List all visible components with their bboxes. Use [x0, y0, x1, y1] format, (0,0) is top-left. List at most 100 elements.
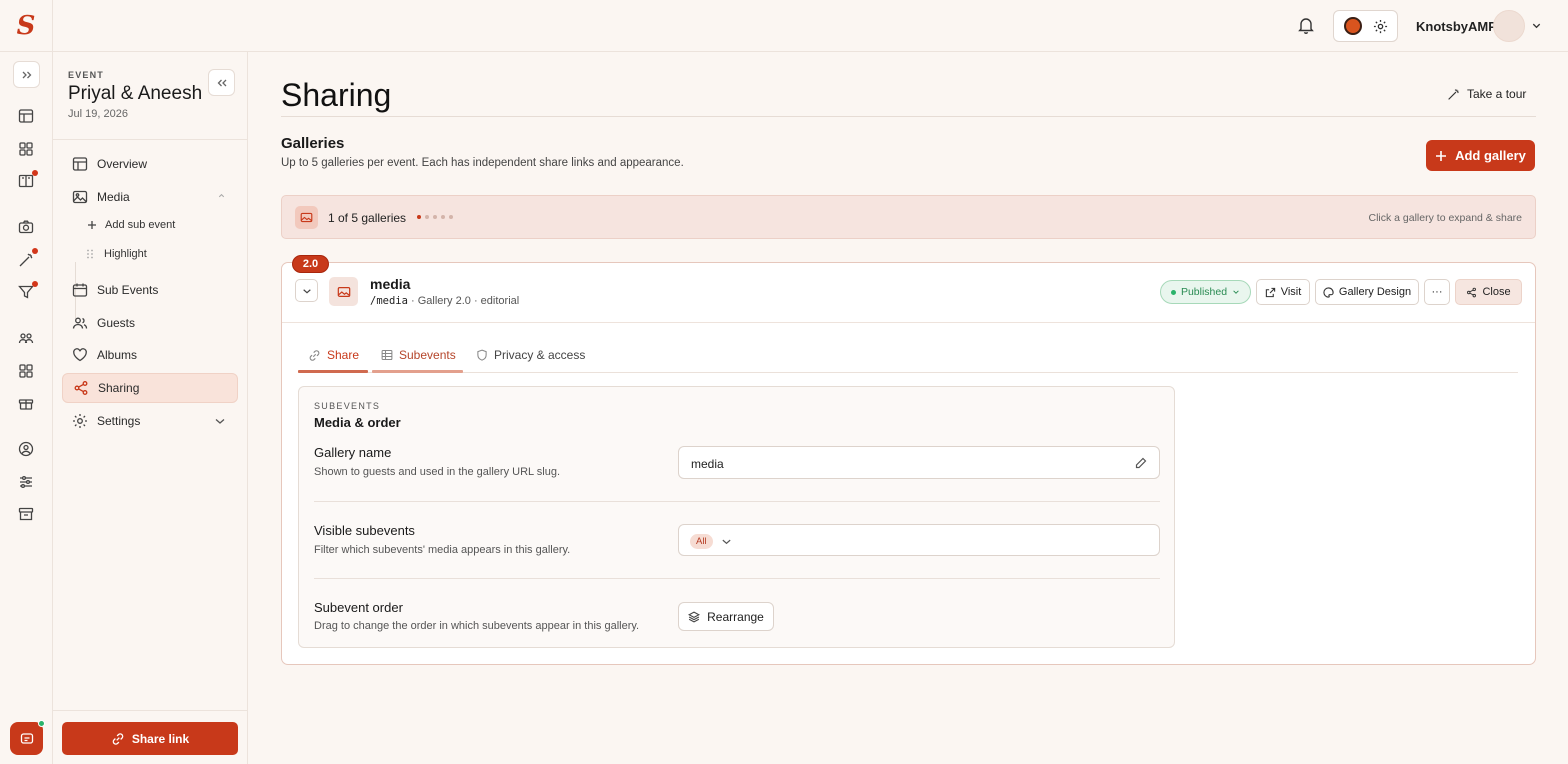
event-title: Priyal & Aneesh — [68, 83, 203, 104]
chevron-up-icon[interactable] — [217, 191, 226, 200]
sidebar-subitem-add-sub-event[interactable]: Add sub event — [87, 219, 175, 231]
logo-letter: S — [16, 11, 36, 41]
event-sidebar: EVENT Priyal & Aneesh Jul 19, 2026 Overv… — [53, 52, 248, 764]
visible-subevents-select[interactable]: All — [678, 524, 1160, 556]
sidebar-item-guests[interactable]: Guests — [62, 308, 238, 338]
rearrange-button[interactable]: Rearrange — [678, 602, 774, 631]
sidebar-subitem-label: Add sub event — [105, 219, 176, 231]
galleries-heading: Galleries — [281, 135, 345, 152]
guests-icon — [72, 315, 88, 331]
share-link-label: Share link — [131, 731, 190, 746]
top-bar: S KnotsbyAMP — [0, 0, 1568, 52]
notification-dot — [32, 248, 38, 254]
apps-icon[interactable] — [18, 363, 34, 379]
magic-wand-icon[interactable] — [18, 252, 34, 268]
add-gallery-button[interactable]: Add gallery — [1426, 140, 1535, 171]
username[interactable]: KnotsbyAMP — [1416, 19, 1497, 34]
notifications-icon[interactable] — [1298, 17, 1314, 34]
sidebar-item-label: Albums — [97, 348, 138, 362]
collapse-gallery-button[interactable] — [295, 279, 318, 302]
pencil-icon[interactable] — [1135, 457, 1147, 469]
sidebar-subitem-label: Highlight — [104, 248, 147, 260]
add-gallery-label: Add gallery — [1455, 148, 1526, 163]
gallery-design-label: Gallery Design — [1338, 286, 1412, 298]
take-a-tour-label: Take a tour — [1467, 87, 1527, 101]
collapse-sidebar-button[interactable] — [208, 69, 235, 96]
plus-icon — [87, 220, 97, 230]
notification-dot — [32, 281, 38, 287]
chevron-down-icon — [1232, 288, 1240, 296]
more-options-button[interactable]: ··· — [1424, 279, 1450, 305]
gallery-icon — [295, 206, 318, 229]
external-link-icon — [1265, 287, 1276, 298]
tab-label: Subevents — [399, 348, 456, 362]
tab-subevents[interactable]: Subevents — [381, 348, 456, 362]
layout-icon — [72, 156, 88, 172]
palette-icon — [1323, 286, 1334, 298]
avatar[interactable] — [1493, 10, 1525, 42]
sidebar-item-label: Media — [97, 190, 130, 204]
divider — [281, 116, 1536, 117]
layout-icon[interactable] — [18, 108, 34, 124]
share-link-button[interactable]: Share link — [62, 722, 238, 755]
theme-color-swatch[interactable] — [1343, 17, 1362, 35]
gear-icon — [72, 413, 88, 429]
gallery-meta-text: · Gallery 2.0 · editorial — [407, 295, 520, 307]
close-label: Close — [1482, 286, 1511, 298]
shield-icon — [476, 349, 488, 361]
chevron-down-icon[interactable] — [1531, 20, 1542, 31]
notification-dot — [32, 170, 38, 176]
drag-handle-icon[interactable] — [87, 249, 93, 259]
gift-icon[interactable] — [18, 395, 34, 411]
gallery-slot-dot — [433, 215, 437, 219]
camera-icon[interactable] — [18, 219, 34, 235]
close-gallery-button[interactable]: Close — [1455, 279, 1522, 305]
gallery-slot-dot — [417, 215, 421, 219]
gear-icon[interactable] — [1373, 19, 1388, 34]
gallery-design-button[interactable]: Gallery Design — [1315, 279, 1419, 305]
icon-rail — [0, 52, 53, 764]
tab-privacy-access[interactable]: Privacy & access — [476, 348, 585, 362]
gallery-meta: /media · Gallery 2.0 · editorial — [370, 295, 519, 307]
grid-icon[interactable] — [18, 141, 34, 157]
gallery-version-badge: 2.0 — [292, 255, 329, 273]
take-a-tour-button[interactable]: Take a tour — [1447, 87, 1526, 101]
user-circle-icon[interactable] — [18, 441, 34, 457]
panel-kicker: SUBEVENTS — [314, 401, 381, 411]
visit-label: Visit — [1280, 286, 1302, 298]
expand-rail-button[interactable] — [13, 61, 40, 88]
chevron-down-icon[interactable] — [214, 415, 226, 427]
sidebar-item-overview[interactable]: Overview — [62, 149, 238, 179]
tab-indicator — [372, 370, 463, 373]
visit-button[interactable]: Visit — [1256, 279, 1310, 305]
status-badge[interactable]: Published — [1160, 280, 1251, 304]
support-chat-button[interactable] — [10, 722, 43, 755]
share-icon — [1466, 287, 1477, 298]
gallery-slot-dot — [425, 215, 429, 219]
filter-icon[interactable] — [18, 284, 34, 300]
sidebar-item-sub-events[interactable]: Sub Events — [62, 275, 238, 305]
gallery-slot-dot — [449, 215, 453, 219]
page-title: Sharing — [281, 77, 392, 113]
online-status-dot — [38, 720, 45, 727]
panel-title: Media & order — [314, 415, 401, 430]
sidebar-item-albums[interactable]: Albums — [62, 340, 238, 370]
gallery-name-field[interactable]: media — [678, 446, 1160, 479]
subevent-order-description: Drag to change the order in which subeve… — [314, 620, 640, 632]
divider — [314, 501, 1160, 502]
people-icon[interactable] — [18, 330, 34, 346]
tab-share[interactable]: Share — [308, 348, 359, 362]
link-icon — [111, 732, 125, 746]
divider — [53, 139, 247, 140]
sidebar-item-sharing[interactable]: Sharing — [62, 373, 238, 403]
app-logo[interactable]: S — [0, 0, 53, 52]
gallery-icon — [329, 277, 358, 306]
gallery-name: media — [370, 276, 411, 292]
sidebar-item-media[interactable]: Media — [62, 182, 238, 212]
archive-icon[interactable] — [18, 506, 34, 522]
sidebar-subitem-highlight[interactable]: Highlight — [87, 248, 147, 260]
sliders-icon[interactable] — [18, 474, 34, 490]
book-icon[interactable] — [18, 173, 34, 189]
sidebar-item-settings[interactable]: Settings — [62, 406, 238, 436]
status-dot — [1170, 289, 1176, 295]
